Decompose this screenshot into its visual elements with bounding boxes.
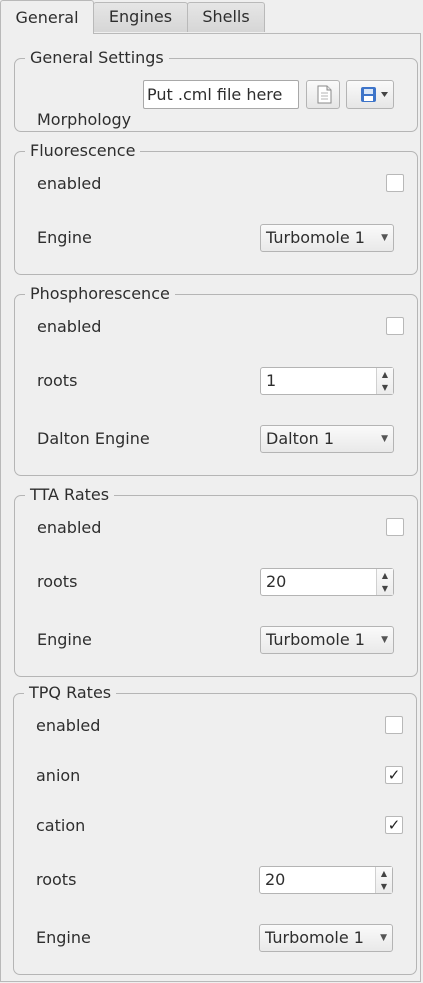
tab-general[interactable]: General — [0, 0, 94, 34]
phosphorescence-engine-select[interactable]: Dalton 1 ▼ — [260, 425, 394, 453]
tta-roots-label: roots — [37, 572, 78, 591]
tpq-roots-label: roots — [36, 870, 77, 889]
select-value: Dalton 1 — [266, 429, 335, 448]
fluorescence-enabled-label: enabled — [37, 174, 102, 193]
tta-engine-label: Engine — [37, 630, 92, 649]
tta-enabled-label: enabled — [37, 518, 102, 537]
group-title: Phosphorescence — [25, 283, 175, 305]
select-value: Turbomole 1 — [265, 928, 364, 947]
save-dropdown-button[interactable] — [346, 80, 394, 109]
open-file-button[interactable] — [306, 80, 340, 109]
tpq-engine-select[interactable]: Turbomole 1 ▼ — [259, 924, 393, 952]
chevron-down-icon: ▼ — [381, 233, 388, 243]
check-icon: ✓ — [387, 816, 401, 834]
select-value: Turbomole 1 — [266, 228, 365, 247]
tpq-enabled-checkbox[interactable] — [385, 716, 403, 734]
save-dropdown-icon — [361, 87, 388, 102]
phosphorescence-enabled-label: enabled — [37, 317, 102, 336]
select-value: Turbomole 1 — [266, 630, 365, 649]
fluorescence-engine-select[interactable]: Turbomole 1 ▼ — [260, 224, 394, 252]
tab-bar: General Engines Shells — [0, 0, 423, 34]
chevron-down-icon: ▼ — [380, 933, 387, 943]
spinbox-buttons: ▲ ▼ — [376, 368, 393, 394]
spin-down-icon[interactable]: ▼ — [377, 381, 393, 394]
document-icon — [317, 85, 332, 104]
morphology-input[interactable]: Put .cml file here — [143, 80, 299, 109]
chevron-down-icon: ▼ — [381, 635, 388, 645]
tta-enabled-checkbox[interactable] — [386, 518, 404, 536]
spinbox-value: 20 — [265, 870, 286, 889]
tpq-enabled-label: enabled — [36, 716, 101, 735]
fluorescence-enabled-checkbox[interactable] — [386, 174, 404, 192]
spinbox-buttons: ▲ ▼ — [375, 867, 392, 893]
spin-down-icon[interactable]: ▼ — [376, 880, 392, 893]
tab-shells[interactable]: Shells — [187, 2, 265, 32]
spin-up-icon[interactable]: ▲ — [377, 368, 393, 381]
spinbox-value: 20 — [266, 572, 287, 591]
phosphorescence-roots-spinbox[interactable]: 1 ▲ ▼ — [260, 367, 394, 395]
group-title: TTA Rates — [25, 484, 115, 506]
group-title: Fluorescence — [25, 140, 141, 162]
fluorescence-group: Fluorescence enabled Engine Turbomole 1 … — [14, 140, 418, 275]
group-title: General Settings — [25, 47, 169, 69]
tta-engine-select[interactable]: Turbomole 1 ▼ — [260, 626, 394, 654]
spinbox-value: 1 — [266, 371, 277, 390]
spin-down-icon[interactable]: ▼ — [377, 582, 393, 595]
spin-up-icon[interactable]: ▲ — [377, 569, 393, 582]
tab-engines[interactable]: Engines — [93, 2, 188, 32]
spin-up-icon[interactable]: ▲ — [376, 867, 392, 880]
group-title: TPQ Rates — [24, 682, 117, 704]
tpq-cation-checkbox[interactable]: ✓ — [385, 816, 403, 834]
phosphorescence-roots-label: roots — [37, 371, 78, 390]
morphology-label: Morphology — [37, 110, 132, 129]
spinbox-buttons: ▲ ▼ — [376, 569, 393, 595]
tpq-rates-group: TPQ Rates enabled anion ✓ cation ✓ roots… — [13, 682, 417, 975]
tpq-roots-spinbox[interactable]: 20 ▲ ▼ — [259, 866, 393, 894]
tab-pane-general: General Settings Morphology Put .cml fil… — [0, 33, 421, 982]
tpq-anion-checkbox[interactable]: ✓ — [385, 766, 403, 784]
tta-rates-group: TTA Rates enabled roots 20 ▲ ▼ Engine Tu… — [14, 484, 418, 677]
tpq-cation-label: cation — [36, 816, 86, 835]
fluorescence-engine-label: Engine — [37, 228, 92, 247]
phosphorescence-group: Phosphorescence enabled roots 1 ▲ ▼ Dalt… — [14, 283, 418, 476]
phosphorescence-engine-label: Dalton Engine — [37, 429, 150, 448]
tta-roots-spinbox[interactable]: 20 ▲ ▼ — [260, 568, 394, 596]
chevron-down-icon: ▼ — [381, 434, 388, 444]
phosphorescence-enabled-checkbox[interactable] — [386, 317, 404, 335]
tpq-engine-label: Engine — [36, 928, 91, 947]
check-icon: ✓ — [387, 766, 401, 784]
tpq-anion-label: anion — [36, 766, 81, 785]
